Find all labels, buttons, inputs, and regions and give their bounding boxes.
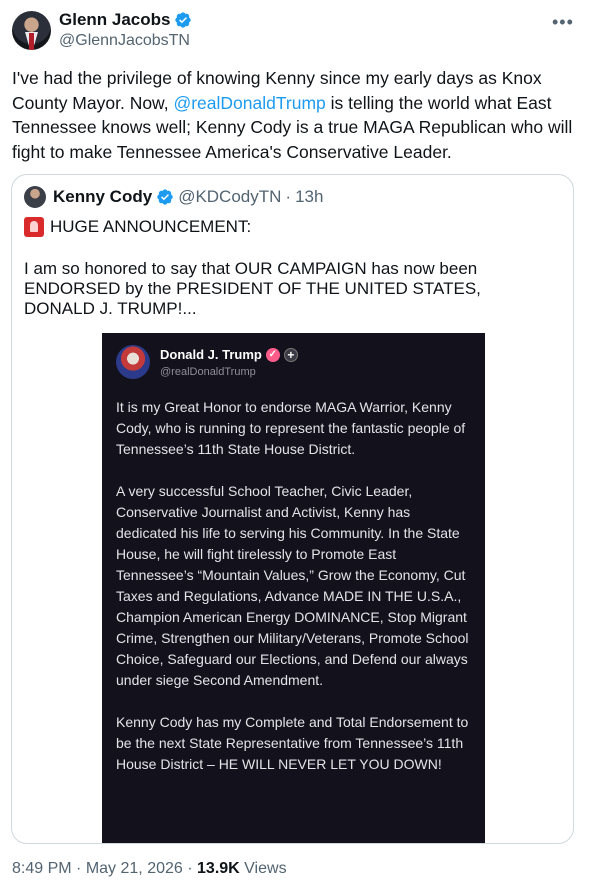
author-handle[interactable]: @GlennJacobsTN <box>59 32 190 50</box>
embedded-post-image[interactable]: Donald J. Trump ✓ + @realDonaldTrump It … <box>102 333 485 843</box>
quote-body: I am so honored to say that OUR CAMPAIGN… <box>24 259 481 318</box>
footer-separator: · <box>187 860 193 877</box>
post-date[interactable]: May 21, 2026 <box>86 860 183 877</box>
quote-author-name[interactable]: Kenny Cody <box>53 187 152 207</box>
embed-paragraph: A very successful School Teacher, Civic … <box>116 483 469 688</box>
views-count[interactable]: 13.9K <box>197 860 240 877</box>
tweet-footer: 8:49 PM · May 21, 2026 · 13.9K Views <box>12 860 287 878</box>
embed-author-name: Donald J. Trump <box>160 347 262 362</box>
verified-badge-icon <box>175 12 192 28</box>
post-time[interactable]: 8:49 PM <box>12 860 72 877</box>
quote-author-handle[interactable]: @KDCodyTN <box>178 187 281 207</box>
author-name-row[interactable]: Glenn Jacobs <box>59 10 192 30</box>
quote-tweet-card[interactable]: Kenny Cody @KDCodyTN · 13h HUGE ANNOUNCE… <box>11 174 574 844</box>
embed-paragraph: It is my Great Honor to endorse MAGA War… <box>116 399 466 457</box>
mention-link[interactable]: @realDonaldTrump <box>173 93 325 113</box>
quote-header: Kenny Cody @KDCodyTN · 13h <box>53 187 323 207</box>
views-label: Views <box>244 860 287 877</box>
quote-headline-row: HUGE ANNOUNCEMENT: <box>24 217 251 237</box>
embed-paragraph: Kenny Cody has my Complete and Total End… <box>116 714 469 772</box>
embed-author-handle: @realDonaldTrump <box>160 366 256 378</box>
footer-separator: · <box>76 860 82 877</box>
more-icon[interactable]: ••• <box>552 12 574 33</box>
author-name[interactable]: Glenn Jacobs <box>59 10 170 30</box>
quote-headline: HUGE ANNOUNCEMENT: <box>50 217 252 236</box>
meta-separator: · <box>285 187 292 206</box>
tweet-text: I've had the privilege of knowing Kenny … <box>12 66 578 164</box>
author-avatar[interactable] <box>12 11 51 50</box>
quote-time[interactable]: 13h <box>295 187 323 207</box>
verified-badge-icon <box>157 189 173 205</box>
pink-verified-icon: ✓ <box>265 347 280 362</box>
embed-avatar <box>116 345 150 379</box>
quote-avatar[interactable] <box>24 186 46 208</box>
embed-body: It is my Great Honor to endorse MAGA War… <box>116 397 472 796</box>
plus-badge-icon: + <box>283 347 298 362</box>
siren-emoji-icon <box>24 217 44 237</box>
embed-name-row: Donald J. Trump ✓ + <box>160 347 298 362</box>
